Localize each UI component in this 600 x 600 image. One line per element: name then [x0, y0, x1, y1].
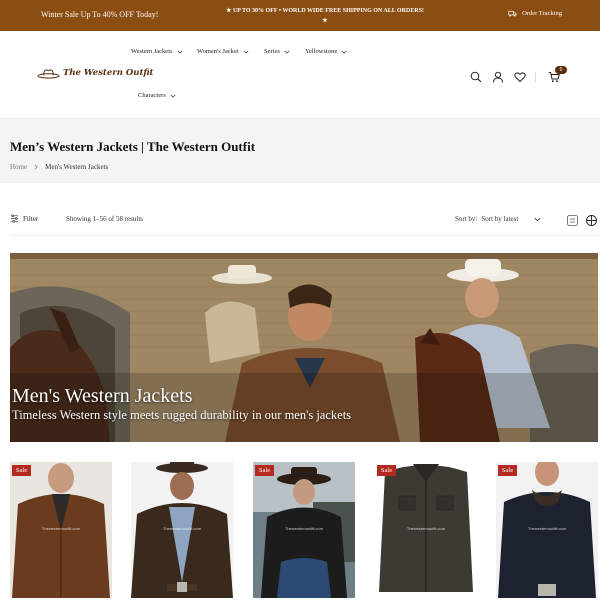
grid-view-button[interactable]	[586, 213, 597, 226]
sort-select[interactable]: Sort by: Sort by latest	[455, 215, 541, 223]
product-watermark: Thewesternoutfit.com	[162, 526, 202, 531]
order-tracking-label: Order Tracking	[522, 10, 562, 17]
filter-icon	[10, 214, 19, 223]
product-card[interactable]: Sale Thewesternoutfit.com	[253, 462, 355, 598]
product-card[interactable]: Sale Thewesternoutfit.com	[375, 462, 477, 598]
page-title-band: Men’s Western Jackets | The Western Outf…	[0, 119, 600, 183]
nav-label: Yellowstone	[305, 48, 338, 55]
logo-text: The Western Outfit	[63, 68, 154, 78]
nav-womens-jacket[interactable]: Women's Jacket	[197, 48, 249, 55]
search-icon	[470, 71, 482, 83]
cart-count-badge: 0	[555, 66, 567, 74]
nav-label: Characters	[138, 92, 166, 99]
page-title: Men’s Western Jackets | The Western Outf…	[10, 139, 256, 154]
nav-yellowstone[interactable]: Yellowstone	[305, 48, 347, 55]
filter-label: Filter	[23, 214, 39, 223]
product-card[interactable]: Sale Thewesternoutfit.com	[496, 462, 598, 598]
hero-subtitle: Timeless Western style meets rugged dura…	[12, 408, 352, 422]
chevron-right-icon	[34, 164, 38, 170]
nav-label: Series	[264, 48, 280, 55]
chevron-down-icon	[534, 217, 541, 221]
logo[interactable]: The Western Outfit	[37, 67, 154, 79]
sale-badge: Sale	[377, 465, 396, 476]
nav-series[interactable]: Series	[264, 48, 290, 55]
promo-center-text: ★ UP TO 30% OFF • WORLD WIDE FREE SHIPPI…	[226, 8, 424, 24]
cowboy-hat-icon	[37, 69, 60, 79]
sale-badge: Sale	[255, 465, 274, 476]
product-watermark: Thewesternoutfit.com	[527, 526, 567, 531]
sale-badge: Sale	[12, 465, 31, 476]
nav-characters[interactable]: Characters	[138, 92, 176, 99]
chevron-down-icon	[341, 50, 347, 54]
truck-icon	[508, 10, 517, 17]
chevron-down-icon	[170, 94, 176, 98]
results-count: Showing 1–56 of 58 results	[66, 215, 143, 223]
chevron-down-icon	[243, 50, 249, 54]
nav-western-jackets[interactable]: Western Jackets	[131, 48, 183, 55]
sort-label: Sort by:	[455, 215, 478, 223]
hero-banner: Men's Western Jackets Timeless Western s…	[10, 253, 598, 442]
hero-title: Men's Western Jackets	[12, 385, 193, 407]
site-header: The Western Outfit Western Jackets Women…	[0, 31, 600, 119]
filter-button[interactable]: Filter	[10, 214, 38, 223]
chevron-down-icon	[177, 50, 183, 54]
sort-value: Sort by latest	[481, 215, 519, 223]
product-watermark: Thewesternoutfit.com	[41, 526, 81, 531]
wishlist-button[interactable]	[514, 70, 526, 83]
account-button[interactable]	[492, 70, 504, 83]
toolbar-divider	[10, 235, 600, 236]
sale-badge: Sale	[498, 465, 517, 476]
grid-view-icon	[586, 215, 597, 226]
order-tracking-link[interactable]: Order Tracking	[508, 9, 562, 18]
search-button[interactable]	[470, 70, 482, 83]
user-icon	[493, 71, 503, 83]
product-card[interactable]: Thewesternoutfit.com	[131, 462, 233, 598]
divider	[535, 72, 536, 83]
promo-bar: Winter Sale Up To 40% OFF Today! ★ UP TO…	[0, 0, 600, 31]
list-view-icon	[567, 215, 578, 226]
breadcrumb: Home Men's Western Jackets	[10, 163, 108, 171]
product-card[interactable]: Sale Thewesternoutfit.com	[10, 462, 112, 598]
product-watermark: Thewesternoutfit.com	[406, 526, 446, 531]
promo-left-text: Winter Sale Up To 40% OFF Today!	[41, 10, 159, 19]
chevron-down-icon	[284, 50, 290, 54]
nav-label: Women's Jacket	[197, 48, 239, 55]
shop-toolbar: Filter Showing 1–56 of 58 results Sort b…	[0, 205, 600, 235]
heart-icon	[514, 72, 526, 83]
breadcrumb-home[interactable]: Home	[10, 163, 27, 171]
list-view-button[interactable]	[567, 213, 578, 226]
nav-label: Western Jackets	[131, 48, 173, 55]
breadcrumb-current: Men's Western Jackets	[45, 163, 109, 171]
product-watermark: Thewesternoutfit.com	[284, 526, 324, 531]
